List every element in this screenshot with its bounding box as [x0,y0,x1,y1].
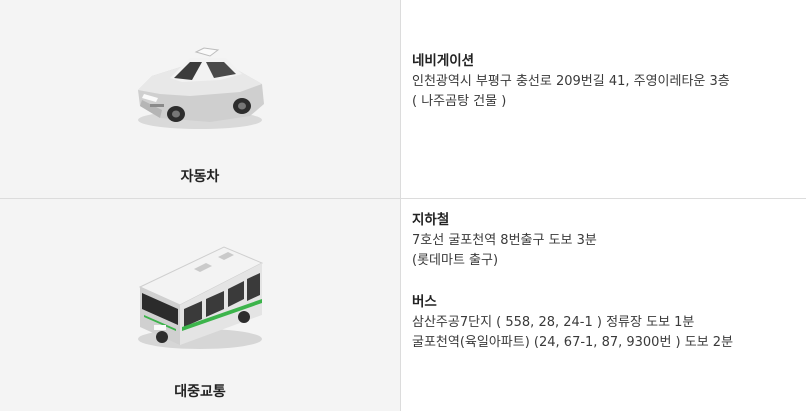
bus-stop-1: 삼산주공7단지 ( 558, 28, 24-1 ) 정류장 도보 1분 [412,315,695,330]
transit-label: 대중교통 [174,384,226,400]
subway-title: 지하철 [412,212,450,228]
bus-icon-cell: 대중교통 [0,199,401,411]
navigation-building: ( 나주곰탕 건물 ) [412,94,507,109]
car-info: 네비게이션 인천광역시 부평구 충선로 209번길 41, 주영이레타운 3층 … [412,50,796,112]
transit-info: 지하철 7호선 굴포천역 8번출구 도보 3분 (롯데마트 출구) 버스 삼산주… [412,209,796,353]
car-icon [138,47,264,129]
bus-title: 버스 [412,294,437,310]
bus-block: 버스 삼산주공7단지 ( 558, 28, 24-1 ) 정류장 도보 1분 굴… [412,291,796,353]
transit-row: 대중교통 지하철 7호선 굴포천역 8번출구 도보 3분 (롯데마트 출구) 버… [0,199,806,411]
bus-stop-2: 굴포천역(육일아파트) (24, 67-1, 87, 9300번 ) 도보 2분 [412,335,734,350]
navigation-title: 네비게이션 [412,53,475,69]
subway-route: 7호선 굴포천역 8번출구 도보 3분 [412,233,597,248]
bus-icon [138,246,264,349]
subway-exit: (롯데마트 출구) [412,253,499,268]
navigation-address: 인천광역시 부평구 충선로 209번길 41, 주영이레타운 3층 [412,74,730,89]
car-label: 자동차 [180,169,220,185]
subway-block: 지하철 7호선 굴포천역 8번출구 도보 3분 (롯데마트 출구) [412,209,796,271]
car-row: 자동차 네비게이션 인천광역시 부평구 충선로 209번길 41, 주영이레타운… [0,0,806,198]
navigation-block: 네비게이션 인천광역시 부평구 충선로 209번길 41, 주영이레타운 3층 … [412,50,796,112]
car-icon-cell: 자동차 [0,0,401,198]
directions-table: 자동차 네비게이션 인천광역시 부평구 충선로 209번길 41, 주영이레타운… [0,0,806,411]
